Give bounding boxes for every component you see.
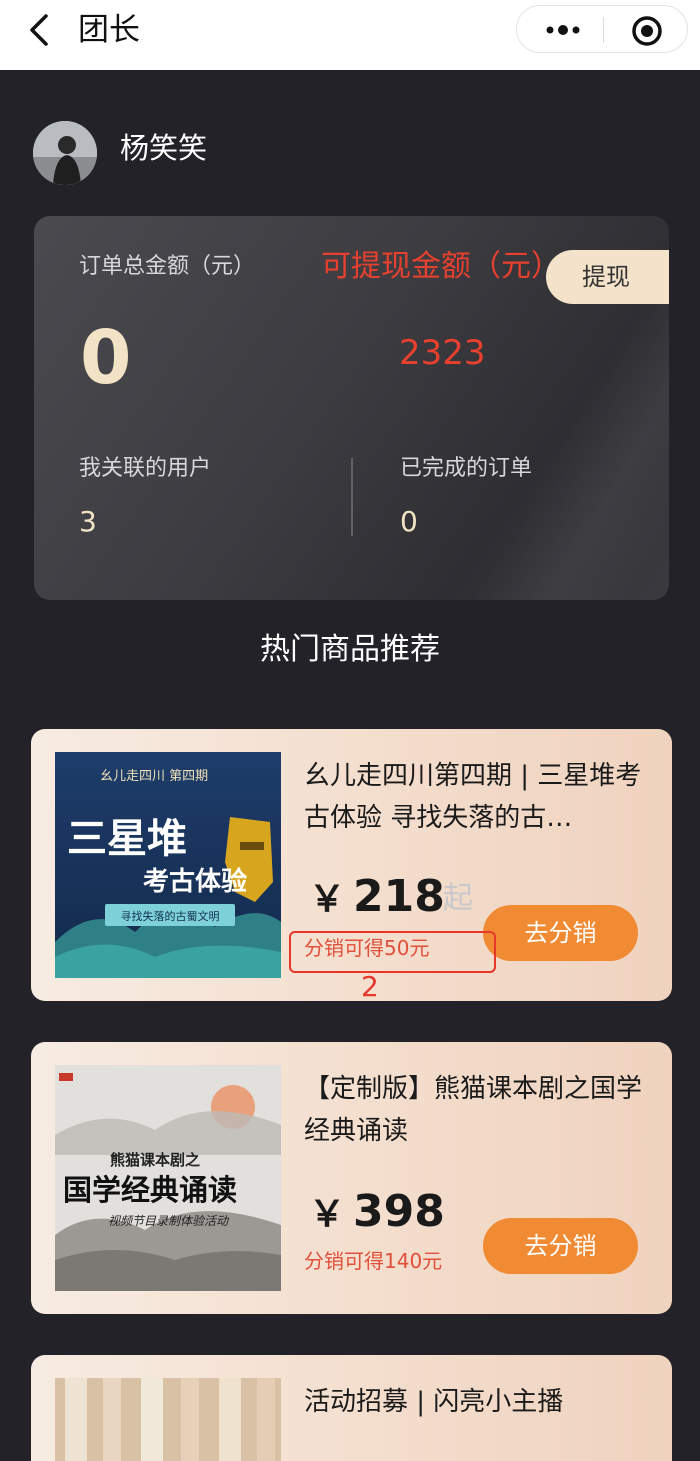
price-value: 398 — [353, 1186, 445, 1237]
completed-orders-value[interactable]: 0 — [400, 504, 418, 540]
more-dots-icon[interactable] — [543, 18, 583, 42]
target-icon[interactable] — [631, 15, 663, 47]
image-tag-text: 寻找失落的古蜀文明 — [121, 909, 220, 923]
product-image[interactable]: 熊猫课本剧之 国学经典诵读 视频节目录制体验活动 — [55, 1065, 281, 1291]
image-main-text: 国学经典诵读 — [63, 1173, 237, 1207]
withdraw-button[interactable]: 提现 — [546, 250, 669, 304]
currency-symbol: ￥ — [309, 879, 346, 920]
annotation-box — [289, 931, 496, 973]
product-title[interactable]: 活动招募 | 闪亮小主播 — [304, 1381, 654, 1425]
distribute-button[interactable]: 去分销 — [483, 1218, 638, 1274]
currency-symbol: ￥ — [309, 1194, 346, 1235]
stats-card: 订单总金额（元） 0 可提现金额（元） 2323 提现 我关联的用户 3 已完成… — [34, 216, 669, 600]
image-main-text: 三星堆 — [67, 815, 187, 862]
product-image[interactable] — [55, 1378, 281, 1461]
price-suffix: 起 — [443, 881, 473, 916]
withdrawable-value: 2323 — [399, 333, 486, 373]
price-value: 218 — [353, 871, 445, 922]
product-card[interactable]: 活动招募 | 闪亮小主播 — [31, 1355, 672, 1461]
mini-program-capsule — [516, 5, 688, 53]
product-price: ￥ 218 — [309, 869, 445, 928]
image-sub-text: 视频节目录制体验活动 — [108, 1214, 230, 1228]
product-card[interactable]: 熊猫课本剧之 国学经典诵读 视频节目录制体验活动 【定制版】熊猫课本剧之国学经典… — [31, 1042, 672, 1314]
image-top-text: 熊猫课本剧之 — [110, 1151, 200, 1169]
top-nav-bar: 团长 — [0, 0, 700, 70]
commission-text: 分销可得140元 — [304, 1249, 443, 1273]
withdrawable-label: 可提现金额（元） — [321, 249, 561, 284]
product-image[interactable]: 幺儿走四川 第四期 三星堆 考古体验 寻找失落的古蜀文明 — [55, 752, 281, 978]
distribute-button[interactable]: 去分销 — [483, 905, 638, 961]
section-title: 热门商品推荐 — [260, 632, 440, 667]
product-title[interactable]: 幺儿走四川第四期 | 三星堆考古体验 寻找失落的古… — [304, 755, 654, 839]
total-orders-label: 订单总金额（元） — [79, 254, 256, 279]
avatar[interactable] — [33, 121, 97, 185]
stats-divider — [351, 458, 353, 536]
annotation-number: 2 — [361, 970, 379, 1003]
capsule-divider — [603, 17, 604, 43]
image-top-text: 幺儿走四川 第四期 — [100, 768, 208, 784]
product-title[interactable]: 【定制版】熊猫课本剧之国学经典诵读 — [304, 1068, 654, 1152]
linked-users-label: 我关联的用户 — [79, 456, 212, 481]
product-price: ￥ 398 — [309, 1184, 445, 1243]
completed-orders-label: 已完成的订单 — [400, 456, 533, 481]
total-orders-value: 0 — [80, 315, 132, 401]
user-name: 杨笑笑 — [120, 131, 208, 165]
page-title: 团长 — [78, 12, 140, 48]
image-sub-text: 考古体验 — [143, 866, 247, 897]
linked-users-value[interactable]: 3 — [79, 504, 97, 540]
chevron-left-icon[interactable] — [24, 12, 54, 48]
